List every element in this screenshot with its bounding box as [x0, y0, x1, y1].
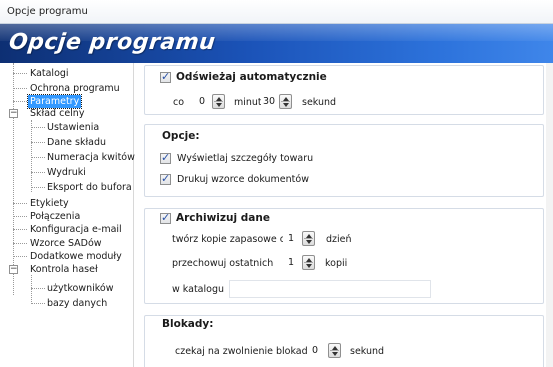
tree-connector: [31, 303, 45, 304]
backup-interval-label: twórz kopie zapasowe co: [172, 234, 291, 245]
tree-item-ochrona-programu[interactable]: Ochrona programu: [30, 82, 120, 95]
tree-item-katalogi[interactable]: Katalogi: [30, 67, 69, 80]
archive-group: Archiwizuj dane twórz kopie zapasowe co …: [144, 208, 544, 304]
tree-item-ustawienia[interactable]: Ustawienia: [47, 121, 99, 134]
archive-label: Archiwizuj dane: [176, 212, 270, 224]
print-templates-checkbox[interactable]: [160, 172, 171, 185]
tree-connector: [13, 101, 27, 102]
options-tree: Katalogi Ochrona programu Parametry − Sk…: [0, 63, 135, 367]
locks-header: Blokady:: [162, 318, 214, 330]
backup-interval-input[interactable]: 1: [283, 231, 299, 246]
tree-connector: [31, 157, 45, 158]
tree-connector: [13, 216, 27, 217]
title-bar: Opcje programu: [0, 0, 553, 24]
banner-title: Opcje programu: [7, 30, 217, 55]
tree-connector: [13, 88, 27, 89]
seconds-label: sekund: [302, 97, 337, 108]
tree-connector: [31, 187, 45, 188]
tree-item-sklad-celny[interactable]: Skład celny: [30, 107, 84, 120]
archive-checkbox[interactable]: [160, 211, 171, 224]
show-details-checkbox[interactable]: [160, 151, 171, 164]
keep-copies-spinner[interactable]: [302, 255, 315, 270]
tree-connector: [13, 73, 27, 74]
tree-item-numeracja-kwitow[interactable]: Numeracja kwitów: [47, 151, 135, 164]
tree-item-eksport-do-bufora[interactable]: Eksport do bufora: [47, 181, 132, 194]
tree-connector: [13, 256, 27, 257]
lock-wait-label: czekaj na zwolnienie blokady: [175, 346, 314, 357]
refresh-group: Odświeżaj automatycznie co 0 minut 30 se…: [144, 65, 544, 115]
lock-wait-spinner[interactable]: [328, 343, 341, 358]
backup-interval-spinner[interactable]: [302, 231, 315, 246]
options-group: Opcje: Wyświetlaj szczegóły towaru Druku…: [144, 124, 544, 197]
locks-group: Blokady: czekaj na zwolnienie blokady 0 …: [144, 315, 544, 367]
settings-panel: Odświeżaj automatycznie co 0 minut 30 se…: [144, 63, 553, 367]
keep-copies-unit: kopii: [325, 258, 348, 269]
header-banner: Opcje programu: [0, 24, 553, 63]
tree-item-bazy-danych[interactable]: bazy danych: [47, 297, 107, 310]
tree-connector: [31, 142, 45, 143]
keep-copies-input[interactable]: 1: [283, 255, 299, 270]
minutes-input[interactable]: 0: [194, 94, 210, 109]
refresh-every-label: co: [173, 97, 185, 108]
tree-expander-sklad-celny[interactable]: −: [9, 109, 18, 118]
tree-connector: [13, 243, 27, 244]
tree-connector: [13, 229, 27, 230]
tree-connector: [31, 172, 45, 173]
tree-connector: [31, 120, 32, 192]
keep-copies-label: przechowuj ostatnich: [172, 258, 274, 269]
tree-item-uzytkownikow[interactable]: użytkowników: [47, 282, 114, 295]
tree-connector: [31, 288, 45, 289]
tree-connector: [13, 203, 27, 204]
tree-item-wzorce-sadow[interactable]: Wzorce SADów: [30, 237, 102, 250]
tree-item-polaczenia[interactable]: Połączenia: [30, 210, 80, 223]
tree-item-kontrola-hasel[interactable]: Kontrola haseł: [30, 263, 98, 276]
tree-item-dodatkowe-moduly[interactable]: Dodatkowe moduły: [30, 250, 122, 263]
tree-connector: [31, 275, 32, 304]
lock-wait-unit: sekund: [350, 346, 385, 357]
backup-interval-unit: dzień: [326, 234, 352, 245]
lock-wait-input[interactable]: 0: [307, 343, 323, 358]
seconds-input[interactable]: 30: [261, 94, 277, 109]
tree-item-etykiety[interactable]: Etykiety: [30, 197, 69, 210]
tree-item-konfiguracja-email[interactable]: Konfiguracja e-mail: [30, 223, 122, 236]
vertical-scrollbar[interactable]: [546, 63, 553, 367]
print-templates-label: Drukuj wzorce dokumentów: [177, 174, 309, 185]
folder-label: w katalogu: [172, 284, 224, 295]
refresh-checkbox[interactable]: [160, 70, 171, 83]
show-details-label: Wyświetlaj szczegóły towaru: [177, 153, 314, 164]
minutes-spinner[interactable]: [212, 94, 225, 109]
tree-expander-kontrola-hasel[interactable]: −: [9, 265, 18, 274]
window-title: Opcje programu: [7, 6, 88, 17]
minutes-label: minut: [234, 97, 262, 108]
tree-connector: [13, 63, 14, 295]
seconds-spinner[interactable]: [279, 94, 292, 109]
folder-input[interactable]: [229, 280, 431, 298]
options-header: Opcje:: [162, 130, 200, 142]
refresh-label: Odświeżaj automatycznie: [176, 71, 327, 83]
tree-connector: [31, 127, 45, 128]
tree-item-dane-skladu[interactable]: Dane składu: [47, 136, 106, 149]
tree-item-wydruki[interactable]: Wydruki: [47, 166, 86, 179]
